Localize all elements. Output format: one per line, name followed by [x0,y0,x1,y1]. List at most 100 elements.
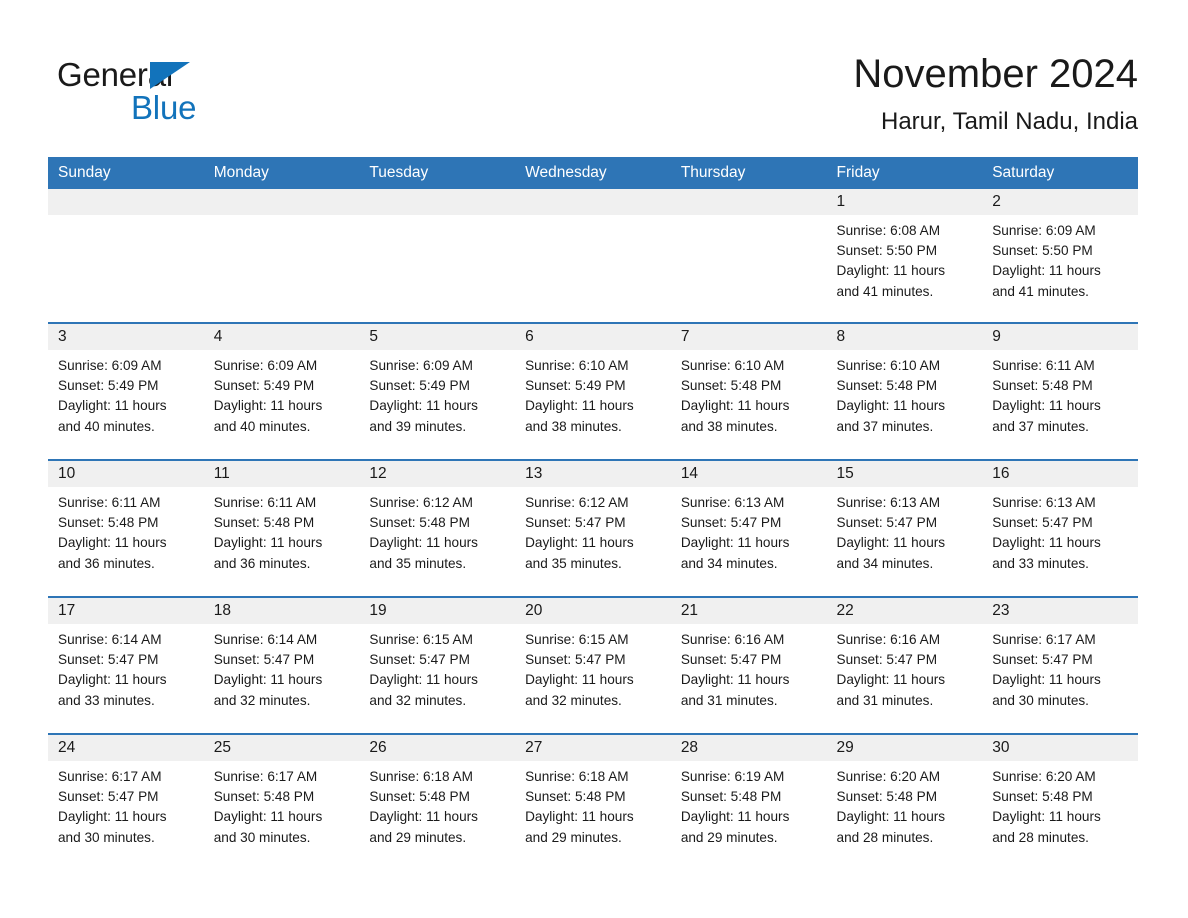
day-cell[interactable] [515,189,671,322]
daylight-text-line2: and 34 minutes. [680,555,778,571]
sunrise-text: Sunrise: 6:20 AM [992,769,1096,784]
sunset-text: Sunset: 5:48 PM [369,789,470,805]
day-details: Sunrise: 6:09 AM Sunset: 5:49 PM Dayligh… [48,350,204,437]
day-cell[interactable]: 2 Sunrise: 6:09 AM Sunset: 5:50 PM Dayli… [982,189,1138,322]
sunrise-text: Sunrise: 6:13 AM [680,495,785,510]
day-number: 3 [48,324,204,350]
day-cell[interactable] [203,189,360,322]
day-details: Sunrise: 6:16 AM Sunset: 5:47 PM Dayligh… [827,624,983,711]
daylight-text-line1: Daylight: 11 hours [213,672,323,688]
day-cell[interactable]: 13 Sunrise: 6:12 AM Sunset: 5:47 PM Dayl… [515,461,671,596]
sunset-text: Sunset: 5:47 PM [58,789,159,805]
day-details: Sunrise: 6:16 AM Sunset: 5:47 PM Dayligh… [671,624,827,711]
day-cell[interactable]: 24 Sunrise: 6:17 AM Sunset: 5:47 PM Dayl… [48,735,204,853]
daylight-text-line1: Daylight: 11 hours [992,535,1101,551]
day-cell[interactable] [48,189,204,322]
sunrise-text: Sunrise: 6:18 AM [369,769,473,784]
sunrise-text: Sunrise: 6:14 AM [213,632,318,647]
daylight-text-line1: Daylight: 11 hours [369,809,478,825]
page-subtitle: Harur, Tamil Nadu, India [880,108,1138,135]
day-cell[interactable]: 16 Sunrise: 6:13 AM Sunset: 5:47 PM Dayl… [982,461,1138,596]
day-cell[interactable]: 7 Sunrise: 6:10 AM Sunset: 5:48 PM Dayli… [670,324,827,459]
daylight-text-line1: Daylight: 11 hours [992,672,1101,688]
day-number: 9 [982,324,1138,350]
day-cell[interactable] [359,189,516,322]
day-number: 23 [982,598,1138,624]
sunrise-text: Sunrise: 6:14 AM [58,632,162,647]
day-number: 21 [670,598,827,624]
logo-triangle-icon [150,62,190,89]
sunrise-text: Sunrise: 6:10 AM [680,358,785,373]
page-title: November 2024 [853,52,1138,96]
day-cell[interactable]: 27 Sunrise: 6:18 AM Sunset: 5:48 PM Dayl… [515,735,671,853]
day-number: 15 [826,461,983,487]
day-cell[interactable]: 29 Sunrise: 6:20 AM Sunset: 5:48 PM Dayl… [826,735,983,853]
sunset-text: Sunset: 5:47 PM [369,652,470,668]
day-cell[interactable]: 23 Sunrise: 6:17 AM Sunset: 5:47 PM Dayl… [982,598,1138,733]
sunset-text: Sunset: 5:48 PM [680,378,782,394]
day-cell[interactable]: 8 Sunrise: 6:10 AM Sunset: 5:48 PM Dayli… [826,324,983,459]
day-cell[interactable]: 21 Sunrise: 6:16 AM Sunset: 5:47 PM Dayl… [670,598,827,733]
day-number: 24 [48,735,204,761]
sunrise-text: Sunrise: 6:15 AM [369,632,473,647]
daylight-text-line1: Daylight: 11 hours [836,263,946,279]
daylight-text-line2: and 36 minutes. [58,555,155,571]
day-cell[interactable]: 30 Sunrise: 6:20 AM Sunset: 5:48 PM Dayl… [982,735,1138,853]
generalblue-logo[interactable]: General Blue [57,55,317,127]
day-cell[interactable]: 19 Sunrise: 6:15 AM Sunset: 5:47 PM Dayl… [359,598,516,733]
sunset-text: Sunset: 5:48 PM [369,515,470,531]
day-number: 5 [359,324,516,350]
sunset-text: Sunset: 5:47 PM [680,652,782,668]
day-cell[interactable]: 22 Sunrise: 6:16 AM Sunset: 5:47 PM Dayl… [826,598,983,733]
calendar-page: General Blue November 2024 Harur, Tamil … [0,0,1188,918]
day-number [515,189,671,215]
daylight-text-line2: and 38 minutes. [525,418,622,434]
day-cell[interactable]: 25 Sunrise: 6:17 AM Sunset: 5:48 PM Dayl… [203,735,360,853]
day-cell[interactable] [670,189,827,322]
day-cell[interactable]: 9 Sunrise: 6:11 AM Sunset: 5:48 PM Dayli… [982,324,1138,459]
day-cell[interactable]: 6 Sunrise: 6:10 AM Sunset: 5:49 PM Dayli… [515,324,671,459]
day-details: Sunrise: 6:09 AM Sunset: 5:49 PM Dayligh… [359,350,515,437]
day-details: Sunrise: 6:13 AM Sunset: 5:47 PM Dayligh… [827,487,983,574]
weekday-header-monday: Monday [213,164,269,181]
day-details: Sunrise: 6:13 AM Sunset: 5:47 PM Dayligh… [982,487,1138,574]
day-cell[interactable]: 17 Sunrise: 6:14 AM Sunset: 5:47 PM Dayl… [48,598,204,733]
day-number [203,189,360,215]
daylight-text-line1: Daylight: 11 hours [369,672,478,688]
day-cell[interactable]: 5 Sunrise: 6:09 AM Sunset: 5:49 PM Dayli… [359,324,516,459]
day-cell[interactable]: 1 Sunrise: 6:08 AM Sunset: 5:50 PM Dayli… [826,189,983,322]
daylight-text-line1: Daylight: 11 hours [836,672,946,688]
day-cell[interactable]: 26 Sunrise: 6:18 AM Sunset: 5:48 PM Dayl… [359,735,516,853]
day-cell[interactable]: 14 Sunrise: 6:13 AM Sunset: 5:47 PM Dayl… [670,461,827,596]
day-cell[interactable]: 18 Sunrise: 6:14 AM Sunset: 5:47 PM Dayl… [203,598,360,733]
sunrise-text: Sunrise: 6:17 AM [213,769,318,784]
day-details: Sunrise: 6:15 AM Sunset: 5:47 PM Dayligh… [359,624,515,711]
day-number [670,189,827,215]
daylight-text-line2: and 33 minutes. [992,555,1089,571]
daylight-text-line1: Daylight: 11 hours [680,398,790,414]
day-cell[interactable]: 28 Sunrise: 6:19 AM Sunset: 5:48 PM Dayl… [670,735,827,853]
day-number: 4 [203,324,360,350]
day-number [359,189,516,215]
sunrise-text: Sunrise: 6:11 AM [992,358,1095,373]
day-cell[interactable]: 10 Sunrise: 6:11 AM Sunset: 5:48 PM Dayl… [48,461,204,596]
day-cell[interactable]: 4 Sunrise: 6:09 AM Sunset: 5:49 PM Dayli… [203,324,360,459]
title-block: November 2024 Harur, Tamil Nadu, India [853,48,1138,138]
day-cell[interactable]: 11 Sunrise: 6:11 AM Sunset: 5:48 PM Dayl… [203,461,360,596]
day-details: Sunrise: 6:15 AM Sunset: 5:47 PM Dayligh… [515,624,671,711]
daylight-text-line2: and 30 minutes. [992,692,1089,708]
calendar-week-row: 3 Sunrise: 6:09 AM Sunset: 5:49 PM Dayli… [48,322,1138,459]
day-cell[interactable]: 20 Sunrise: 6:15 AM Sunset: 5:47 PM Dayl… [515,598,671,733]
calendar-week-row: 1 Sunrise: 6:08 AM Sunset: 5:50 PM Dayli… [48,189,1138,322]
sunset-text: Sunset: 5:48 PM [992,378,1093,394]
sunset-text: Sunset: 5:48 PM [680,789,782,805]
day-number: 10 [48,461,204,487]
day-details: Sunrise: 6:14 AM Sunset: 5:47 PM Dayligh… [204,624,360,711]
day-cell[interactable]: 15 Sunrise: 6:13 AM Sunset: 5:47 PM Dayl… [826,461,983,596]
day-cell[interactable]: 3 Sunrise: 6:09 AM Sunset: 5:49 PM Dayli… [48,324,204,459]
daylight-text-line1: Daylight: 11 hours [680,809,790,825]
day-cell[interactable]: 12 Sunrise: 6:12 AM Sunset: 5:48 PM Dayl… [359,461,516,596]
daylight-text-line1: Daylight: 11 hours [525,535,634,551]
sunrise-text: Sunrise: 6:16 AM [836,632,941,647]
daylight-text-line1: Daylight: 11 hours [213,398,323,414]
